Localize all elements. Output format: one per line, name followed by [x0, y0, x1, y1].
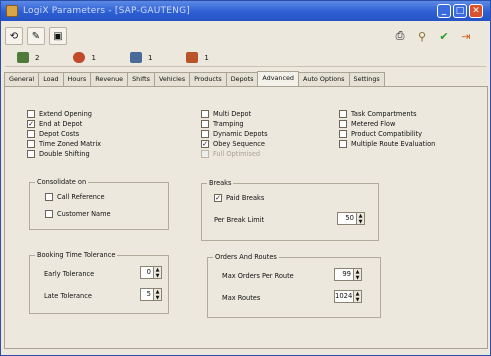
tramping-checkbox[interactable]: Tramping — [201, 120, 244, 128]
checkbox-box[interactable]: ✓ — [214, 194, 222, 202]
checkbox-box[interactable] — [27, 110, 35, 118]
multiple-route-evaluation-checkbox[interactable]: Multiple Route Evaluation — [339, 140, 435, 148]
per-break-limit-label: Per Break Limit — [214, 216, 265, 224]
checkbox-box[interactable] — [45, 193, 53, 201]
checkbox-box[interactable] — [27, 130, 35, 138]
advanced-panel: Extend Opening ✓ End at Depot Depot Costs… — [4, 86, 488, 349]
checkbox-box[interactable] — [45, 210, 53, 218]
checkbox-box[interactable] — [27, 150, 35, 158]
obey-sequence-checkbox[interactable]: ✓ Obey Sequence — [201, 140, 265, 148]
booking-title: Booking Time Tolerance — [35, 251, 118, 259]
full-optimised-checkbox: Full Optimised — [201, 150, 260, 158]
product-compatibility-checkbox[interactable]: Product Compatibility — [339, 130, 422, 138]
tab-products[interactable]: Products — [189, 72, 227, 87]
tab-settings[interactable]: Settings — [348, 72, 385, 87]
call-reference-checkbox[interactable]: Call Reference — [45, 193, 105, 201]
spin-arrows-icon[interactable]: ▲ ▼ — [354, 268, 362, 281]
breaks-group: Breaks ✓ Paid Breaks Per Break Limit 50 ▲… — [201, 179, 379, 241]
end-at-depot-checkbox[interactable]: ✓ End at Depot — [27, 120, 82, 128]
orders-routes-group: Orders And Routes Max Orders Per Route 9… — [207, 253, 381, 318]
maximize-button[interactable]: □ — [453, 4, 467, 18]
spin-arrows-icon[interactable]: ▲ ▼ — [154, 288, 162, 301]
depot-count: 2 — [17, 52, 39, 63]
late-tolerance-label: Late Tolerance — [44, 292, 92, 300]
metered-flow-checkbox[interactable]: Metered Flow — [339, 120, 395, 128]
early-tolerance-stepper[interactable]: 0 ▲ ▼ — [140, 266, 162, 279]
breaks-title: Breaks — [207, 179, 234, 187]
close-button[interactable]: ✕ — [469, 4, 483, 18]
accept-button[interactable]: ✔ — [435, 27, 453, 45]
late-tolerance-input[interactable]: 5 — [140, 288, 154, 301]
window-title: LogiX Parameters - [SAP-GAUTENG] — [23, 6, 190, 16]
exit-button[interactable]: ⇥ — [457, 27, 475, 45]
checkbox-box[interactable] — [339, 120, 347, 128]
multi-depot-checkbox[interactable]: Multi Depot — [201, 110, 251, 118]
tab-depots[interactable]: Depots — [225, 72, 259, 87]
spin-arrows-icon[interactable]: ▲ ▼ — [357, 212, 365, 225]
minimize-button[interactable]: _ — [437, 4, 451, 18]
time-zoned-matrix-checkbox[interactable]: Time Zoned Matrix — [27, 140, 101, 148]
customer-count: 1 — [73, 52, 96, 63]
title-bar[interactable]: LogiX Parameters - [SAP-GAUTENG] _ □ ✕ — [1, 1, 490, 21]
checkbox-box[interactable] — [201, 130, 209, 138]
max-routes-input[interactable]: 1024 — [334, 290, 354, 303]
task-compartments-checkbox[interactable]: Task Compartments — [339, 110, 417, 118]
dynamic-depots-checkbox[interactable]: Dynamic Depots — [201, 130, 268, 138]
paid-breaks-checkbox[interactable]: ✓ Paid Breaks — [214, 194, 264, 202]
undo-button[interactable]: ⟲ — [5, 27, 23, 45]
max-orders-input[interactable]: 99 — [334, 268, 354, 281]
checkbox-box[interactable]: ✓ — [27, 120, 35, 128]
tab-auto-options[interactable]: Auto Options — [297, 72, 350, 87]
product-count: 1 — [186, 52, 209, 63]
checkbox-box[interactable]: ✓ — [201, 140, 209, 148]
early-tolerance-input[interactable]: 0 — [140, 266, 154, 279]
depot-costs-checkbox[interactable]: Depot Costs — [27, 130, 79, 138]
tab-advanced[interactable]: Advanced — [257, 71, 299, 87]
pin-button[interactable]: ✎ — [27, 27, 45, 45]
spin-arrows-icon[interactable]: ▲ ▼ — [154, 266, 162, 279]
max-routes-stepper[interactable]: 1024 ▲ ▼ — [334, 290, 362, 303]
truck-icon — [129, 52, 142, 63]
tab-shifts[interactable]: Shifts — [127, 72, 155, 87]
consolidate-group: Consolidate on Call Reference Customer N… — [29, 178, 169, 230]
filter-button[interactable]: ⚲ — [413, 27, 431, 45]
toolbar: ⟲ ✎ ▣ ⎙ ⚲ ✔ ⇥ — [5, 25, 486, 47]
checkbox-box[interactable] — [27, 140, 35, 148]
app-icon — [6, 5, 18, 17]
tab-hours[interactable]: Hours — [62, 72, 92, 87]
checkbox-box — [201, 150, 209, 158]
save-button[interactable]: ▣ — [49, 27, 67, 45]
checkbox-box[interactable] — [339, 140, 347, 148]
checkbox-box[interactable] — [339, 110, 347, 118]
product-icon — [186, 52, 199, 63]
consolidate-title: Consolidate on — [35, 178, 89, 186]
spin-arrows-icon[interactable]: ▲ ▼ — [354, 290, 362, 303]
customer-name-checkbox[interactable]: Customer Name — [45, 210, 111, 218]
tab-strip: General Load Hours Revenue Shifts Vehicl… — [4, 71, 486, 87]
early-tolerance-label: Early Tolerance — [44, 270, 95, 278]
entity-counts: 2 1 1 1 — [5, 49, 486, 67]
late-tolerance-stepper[interactable]: 5 ▲ ▼ — [140, 288, 162, 301]
checkbox-box[interactable] — [339, 130, 347, 138]
max-routes-label: Max Routes — [222, 294, 261, 302]
tab-load[interactable]: Load — [38, 72, 64, 87]
per-break-limit-input[interactable]: 50 — [337, 212, 357, 225]
print-button[interactable]: ⎙ — [391, 27, 409, 45]
checkbox-box[interactable] — [201, 120, 209, 128]
checkbox-box[interactable] — [201, 110, 209, 118]
depot-icon — [17, 52, 29, 63]
extend-opening-checkbox[interactable]: Extend Opening — [27, 110, 92, 118]
tab-revenue[interactable]: Revenue — [90, 72, 129, 87]
max-orders-stepper[interactable]: 99 ▲ ▼ — [334, 268, 362, 281]
customer-icon — [73, 52, 86, 63]
parameters-window: LogiX Parameters - [SAP-GAUTENG] _ □ ✕ ⟲… — [0, 0, 491, 356]
per-break-limit-stepper[interactable]: 50 ▲ ▼ — [337, 212, 365, 225]
tab-vehicles[interactable]: Vehicles — [153, 72, 191, 87]
max-orders-label: Max Orders Per Route — [222, 272, 294, 280]
tab-general[interactable]: General — [4, 72, 40, 87]
orders-title: Orders And Routes — [213, 253, 279, 261]
booking-tolerance-group: Booking Time Tolerance Early Tolerance 0… — [29, 251, 169, 314]
vehicle-count: 1 — [129, 52, 152, 63]
double-shifting-checkbox[interactable]: Double Shifting — [27, 150, 90, 158]
